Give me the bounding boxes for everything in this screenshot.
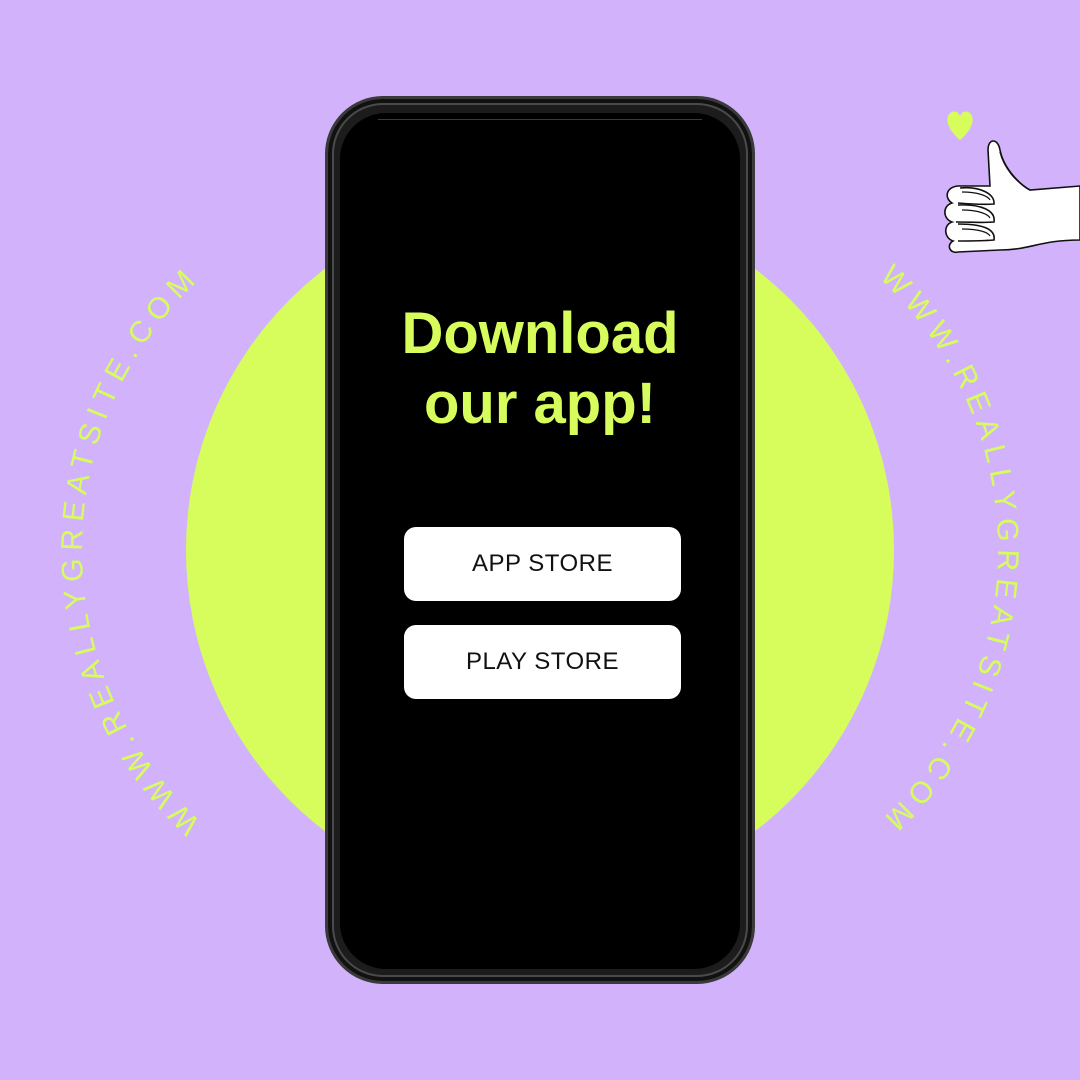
headline-line-2: our app! — [424, 371, 656, 436]
website-text-right: WWW.REALLYGREATSITE.COM — [874, 259, 1024, 841]
play-store-button[interactable]: PLAY STORE — [404, 625, 681, 699]
phone-mockup: Download our app! APP STORE PLAY STORE — [325, 96, 755, 984]
heart-icon — [947, 111, 973, 140]
headline: Download our app! — [340, 299, 740, 439]
phone-screen: Download our app! APP STORE PLAY STORE — [340, 113, 740, 969]
website-text-left-path: WWW.REALLYGREATSITE.COM — [56, 259, 199, 841]
screen-top-line — [378, 119, 702, 120]
website-text-left: WWW.REALLYGREATSITE.COM — [56, 259, 206, 841]
app-store-button[interactable]: APP STORE — [404, 527, 681, 601]
thumbs-up-icon — [944, 140, 1080, 254]
website-text-right-path: WWW.REALLYGREATSITE.COM — [874, 259, 1017, 841]
headline-line-1: Download — [401, 301, 679, 366]
